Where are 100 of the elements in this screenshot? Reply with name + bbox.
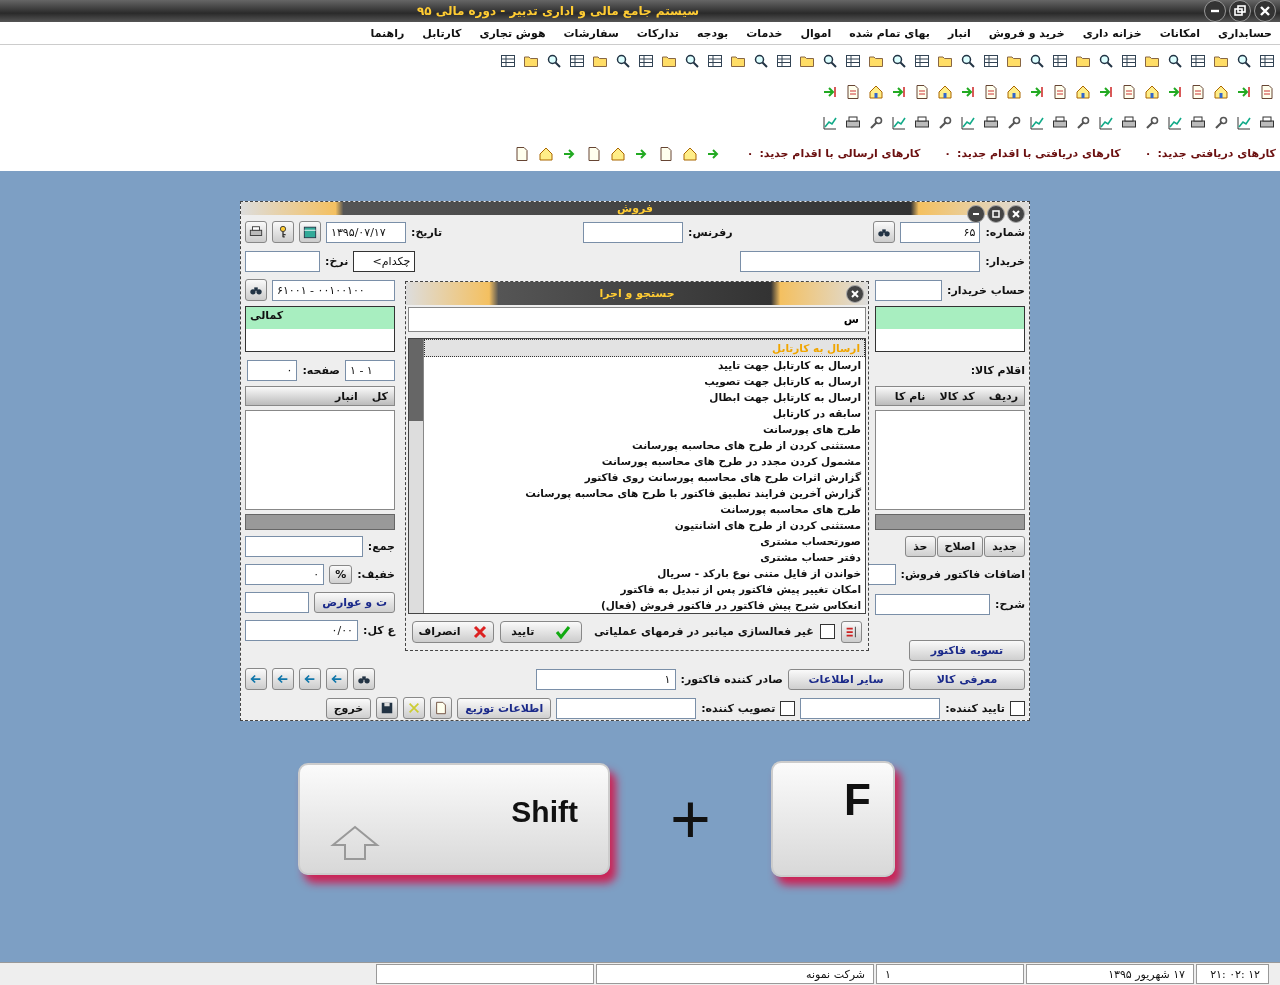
exit-button[interactable]: خروج bbox=[325, 697, 372, 719]
menu-item[interactable]: بهای تمام شده bbox=[849, 26, 930, 40]
document-icon[interactable] bbox=[1120, 82, 1138, 101]
command-item[interactable]: ارسال به کارتابل جهت ابطال bbox=[424, 388, 865, 405]
plus-sign: + bbox=[670, 779, 711, 859]
other-info-button[interactable]: سایر اطلاعات bbox=[788, 668, 904, 690]
menu-item[interactable]: بودجه bbox=[696, 26, 729, 40]
page-field[interactable]: ۰ bbox=[247, 359, 298, 381]
menu-item[interactable]: امکانات bbox=[1159, 26, 1201, 40]
checkbox[interactable] bbox=[819, 624, 835, 640]
customer-row[interactable]: کمالی bbox=[245, 306, 395, 352]
document-icon[interactable] bbox=[844, 82, 862, 101]
document-icon[interactable] bbox=[1051, 82, 1069, 101]
document-icon[interactable] bbox=[982, 82, 1000, 101]
restore-icon[interactable] bbox=[1229, 0, 1251, 22]
menu-item[interactable]: انبار bbox=[947, 26, 971, 40]
command-item[interactable]: ارسال به کارتابل جهت تایید bbox=[424, 356, 865, 373]
command-item[interactable]: ارسال به کارتابل جهت تصویب bbox=[424, 372, 865, 389]
checkbox[interactable] bbox=[780, 700, 796, 716]
document-icon[interactable] bbox=[1189, 82, 1207, 101]
customer-name: کمالی bbox=[250, 309, 284, 322]
close-icon[interactable] bbox=[1254, 0, 1276, 22]
buyer-field[interactable] bbox=[740, 250, 981, 272]
checkbox[interactable] bbox=[1010, 700, 1025, 716]
settle-invoice-button[interactable]: تسویه فاکتور bbox=[909, 639, 1025, 661]
total-field[interactable]: ۰/۰۰ bbox=[245, 619, 359, 641]
item-button[interactable]: حذ bbox=[905, 535, 936, 557]
currency-dropdown[interactable]: چکدام> bbox=[353, 250, 416, 272]
menu-item[interactable]: خدمات bbox=[746, 26, 783, 40]
command-item[interactable]: انعکاس شرح پیش فاکتور در فاکتور فروش (فعال) bbox=[424, 596, 865, 613]
sum-field[interactable] bbox=[245, 535, 363, 557]
command-item[interactable]: مستثنی کردن از طرح های محاسبه پورسانت bbox=[424, 436, 865, 453]
item-button[interactable]: جدید bbox=[984, 535, 1025, 557]
document-icon[interactable] bbox=[913, 82, 931, 101]
menu-item[interactable]: حسابداری bbox=[1218, 26, 1272, 40]
binoculars-icon[interactable] bbox=[873, 221, 896, 243]
command-item[interactable]: گزارش اثرات طرح های محاسبه پورسانت روی فاکتور bbox=[424, 468, 865, 485]
command-item[interactable]: دفتر حساب مشتری bbox=[424, 548, 865, 565]
minimize-icon[interactable] bbox=[967, 205, 985, 223]
command-item[interactable]: صورتحساب مشتری bbox=[424, 532, 865, 549]
dialog-button[interactable]: تایید bbox=[500, 620, 582, 643]
taxes-button[interactable]: ت و عوارض bbox=[314, 591, 395, 613]
distribution-button[interactable]: اطلاعات توزیع bbox=[457, 697, 552, 719]
field-label: تصویب کننده: bbox=[701, 701, 776, 715]
scroll-bar[interactable] bbox=[409, 338, 424, 613]
document-icon[interactable] bbox=[1258, 82, 1276, 101]
dialog-button[interactable]: انصراف bbox=[412, 620, 494, 643]
search-field[interactable]: س bbox=[408, 306, 866, 332]
scroll-bar[interactable] bbox=[875, 514, 1025, 530]
notification-count: ۰ bbox=[1144, 147, 1152, 160]
menu-item[interactable]: تدارکات bbox=[636, 26, 679, 40]
field-label: تاریخ: bbox=[411, 225, 443, 239]
command-item[interactable]: گزارش آخرین فرایند تطبیق فاکتور با طرح های محاسبه پورسانت bbox=[424, 484, 865, 501]
command-item[interactable]: مستثنی کردن از طرح های اشانتیون bbox=[424, 516, 865, 533]
command-item[interactable]: خواندن از فایل متنی نوع بارکد - سریال bbox=[424, 564, 865, 581]
customer-row[interactable] bbox=[875, 306, 1025, 352]
status-cell: ۱۷ شهریور ۱۳۹۵ bbox=[1026, 964, 1194, 984]
check-icon bbox=[554, 623, 571, 640]
approver-field[interactable] bbox=[800, 697, 941, 719]
menu-item[interactable]: خزانه داری bbox=[1082, 26, 1142, 40]
binoculars-icon[interactable] bbox=[353, 668, 375, 690]
binoculars-icon[interactable] bbox=[245, 279, 267, 301]
close-icon[interactable] bbox=[846, 285, 864, 303]
buyer-account-field[interactable] bbox=[875, 279, 943, 301]
menu-item[interactable]: راهنما bbox=[370, 26, 405, 40]
maximize-icon[interactable] bbox=[987, 205, 1005, 223]
menu-item[interactable]: خرید و فروش bbox=[988, 26, 1065, 40]
menu-item[interactable]: هوش تجاری bbox=[479, 26, 546, 40]
calendar-icon[interactable] bbox=[299, 221, 321, 243]
command-item[interactable]: طرح های پورسانت bbox=[424, 420, 865, 437]
command-item[interactable]: سابقه در کارتابل bbox=[424, 404, 865, 421]
menu-item[interactable]: اموال bbox=[800, 26, 832, 40]
product-button[interactable]: معرفی کالا bbox=[909, 668, 1025, 690]
account-field[interactable]: ۶۱۰۰۱ - ۰۰۱۰۰۱۰۰ bbox=[272, 279, 395, 301]
checkbox-label: غیر فعالسازی میانبر در فرمهای عملیاتی bbox=[593, 625, 814, 639]
rate-field[interactable] bbox=[245, 250, 320, 272]
printer-icon[interactable] bbox=[245, 221, 267, 243]
save-icon[interactable] bbox=[376, 697, 399, 719]
item-button[interactable]: اصلاح bbox=[936, 535, 984, 557]
command-item[interactable]: مشمول کردن مجدد در طرح های محاسبه پورسانت bbox=[424, 452, 865, 469]
menu-item[interactable]: سفارشات bbox=[563, 26, 619, 40]
menu-item[interactable]: کارتابل bbox=[422, 26, 462, 40]
issuer-field[interactable]: ۱ bbox=[535, 668, 676, 690]
date-field[interactable]: ۱۳۹۵/۰۷/۱۷ bbox=[326, 221, 406, 243]
minimize-icon[interactable] bbox=[1204, 0, 1226, 22]
key-icon[interactable] bbox=[272, 221, 294, 243]
close-icon[interactable] bbox=[1007, 205, 1025, 223]
description-field[interactable] bbox=[875, 593, 990, 615]
discount-field[interactable]: ۰ bbox=[245, 563, 325, 585]
shortcut-icon[interactable] bbox=[840, 620, 862, 643]
reference-field[interactable] bbox=[583, 221, 683, 243]
taxes-field[interactable] bbox=[245, 591, 310, 613]
page-range-field[interactable]: ۱ - ۱ bbox=[345, 359, 395, 381]
command-item[interactable]: امکان تغییر پیش فاکتور پس از تبدیل به فاکتور bbox=[424, 580, 865, 597]
percent-button[interactable]: % bbox=[329, 564, 353, 584]
number-field[interactable]: ۶۵ bbox=[900, 221, 981, 243]
command-item[interactable]: طرح های محاسبه پورسانت bbox=[424, 500, 865, 517]
ratifier-field[interactable] bbox=[556, 697, 697, 719]
document-icon[interactable] bbox=[430, 697, 453, 719]
scroll-bar[interactable] bbox=[245, 514, 395, 530]
